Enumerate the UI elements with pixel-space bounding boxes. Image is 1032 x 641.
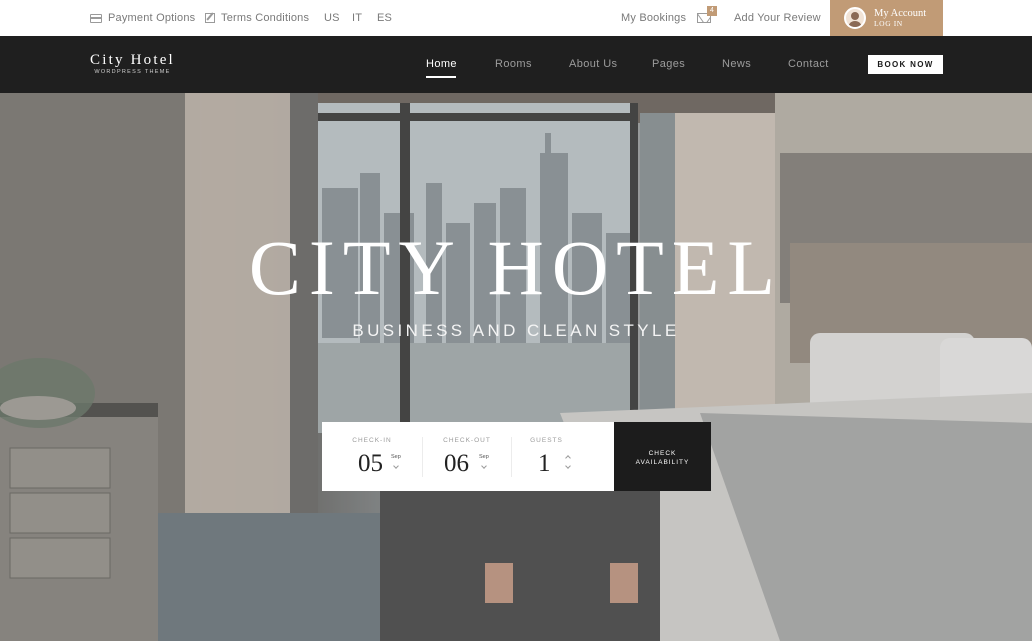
logo-name: City Hotel (90, 52, 175, 68)
main-navbar: City Hotel WORDPRESS THEME Home Rooms Ab… (0, 36, 1032, 93)
checkin-field[interactable]: CHECK-IN 05 Sep (322, 422, 422, 491)
chevron-down-icon[interactable] (393, 463, 399, 469)
checkout-field[interactable]: CHECK-OUT 06 Sep (423, 422, 511, 491)
guests-label: GUESTS (530, 437, 563, 444)
logo-subtitle: WORDPRESS THEME (94, 69, 171, 75)
payment-options-link[interactable]: Payment Options (90, 0, 195, 36)
check-button-line1: CHECK (648, 450, 677, 457)
nav-home[interactable]: Home (426, 36, 457, 93)
check-button-line2: AVAILABILITY (635, 459, 690, 466)
guests-field[interactable]: GUESTS 1 (512, 422, 597, 491)
book-now-button[interactable]: BOOK NOW (868, 55, 943, 74)
lang-it[interactable]: IT (352, 0, 362, 36)
top-utility-bar: Payment Options Terms Conditions US IT E… (0, 0, 1032, 36)
account-login: LOG IN (874, 18, 903, 28)
my-account-button[interactable]: My Account LOG IN (830, 0, 943, 36)
guests-value: 1 (538, 450, 551, 477)
edit-icon (205, 13, 215, 23)
chevron-down-icon[interactable] (481, 463, 487, 469)
nav-news[interactable]: News (722, 36, 751, 93)
nav-about-us[interactable]: About Us (569, 36, 617, 93)
payment-options-label: Payment Options (108, 12, 196, 24)
checkin-month: Sep (391, 454, 401, 460)
hero-banner: CITY HOTEL BUSINESS AND CLEAN STYLE CHEC… (0, 93, 1032, 641)
checkout-month: Sep (479, 454, 489, 460)
checkout-label: CHECK-OUT (443, 437, 491, 444)
hero-title: CITY HOTEL (248, 224, 784, 311)
nav-pages[interactable]: Pages (652, 36, 685, 93)
hero-background-image (0, 93, 1032, 641)
hero-subtitle: BUSINESS AND CLEAN STYLE (352, 321, 680, 340)
nav-active-indicator (426, 76, 456, 78)
account-title: My Account (874, 7, 927, 19)
avatar (844, 7, 866, 29)
checkout-day: 06 (444, 450, 469, 477)
terms-conditions-link[interactable]: Terms Conditions (205, 0, 309, 36)
chevron-down-icon[interactable] (565, 463, 571, 469)
add-review-link[interactable]: Add Your Review (734, 0, 821, 36)
chevron-up-icon[interactable] (565, 455, 571, 461)
nav-rooms[interactable]: Rooms (495, 36, 532, 93)
nav-contact[interactable]: Contact (788, 36, 829, 93)
checkin-label: CHECK-IN (352, 437, 392, 444)
credit-card-icon (90, 13, 102, 23)
booking-form: CHECK-IN 05 Sep CHECK-OUT 06 Sep GUESTS … (322, 422, 614, 491)
lang-us[interactable]: US (324, 0, 340, 36)
check-availability-button[interactable]: CHECK AVAILABILITY (614, 422, 711, 491)
my-bookings-link[interactable]: My Bookings (621, 0, 686, 36)
site-logo[interactable]: City Hotel WORDPRESS THEME (90, 52, 175, 75)
checkin-day: 05 (358, 450, 383, 477)
mail-count-badge: 4 (707, 6, 717, 16)
lang-es[interactable]: ES (377, 0, 392, 36)
terms-conditions-label: Terms Conditions (221, 12, 310, 24)
